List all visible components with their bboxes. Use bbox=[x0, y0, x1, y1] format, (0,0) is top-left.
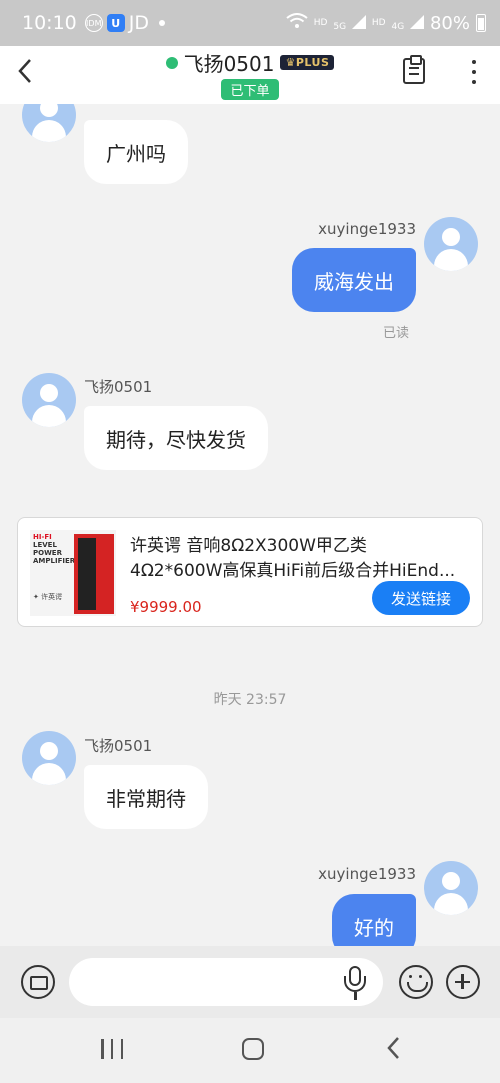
online-status-icon bbox=[165, 56, 178, 69]
contact-avatar[interactable] bbox=[22, 104, 76, 142]
clipboard-line bbox=[409, 73, 419, 75]
image-text-level: LEVEL bbox=[33, 541, 57, 549]
image-text-power: POWER bbox=[33, 549, 62, 557]
product-title-line1: 许英谔 音响8Ω2X300W甲乙类 bbox=[130, 536, 367, 556]
signal-4g-label: 4G bbox=[391, 21, 405, 32]
dot bbox=[472, 60, 476, 64]
contact-avatar[interactable] bbox=[22, 731, 76, 785]
bar bbox=[120, 1039, 123, 1059]
signal-5g-icon: 5G bbox=[333, 13, 366, 34]
product-image-text: HI-FI LEVEL POWER AMPLIFIER bbox=[33, 533, 75, 565]
input-bar bbox=[0, 946, 500, 1018]
title-row: 飞扬0501 ♛PLUS bbox=[165, 48, 335, 77]
dot bbox=[472, 70, 476, 74]
product-image[interactable]: HI-FI LEVEL POWER AMPLIFIER ✦ 许英谔 bbox=[30, 530, 116, 616]
signal-4g-icon: 4G bbox=[392, 13, 424, 34]
message-bubble-incoming[interactable]: 广州吗 bbox=[84, 120, 188, 184]
plus-member-badge: ♛PLUS bbox=[280, 55, 335, 70]
image-brand-text: 许英谔 bbox=[41, 593, 63, 601]
my-avatar[interactable] bbox=[424, 861, 478, 915]
read-receipt: 已读 bbox=[382, 326, 409, 341]
message-bubble-outgoing[interactable]: 好的 bbox=[332, 894, 416, 946]
image-text-amplifier: AMPLIFIER bbox=[33, 557, 76, 565]
emoji-icon[interactable] bbox=[399, 965, 433, 999]
clipboard-icon[interactable] bbox=[403, 55, 425, 84]
plus-badge-label: PLUS bbox=[295, 56, 330, 69]
status-time: 10:10 bbox=[22, 12, 77, 34]
keyboard-icon[interactable] bbox=[21, 965, 55, 999]
bar bbox=[101, 1039, 104, 1059]
order-status-badge: 已下单 bbox=[221, 79, 279, 100]
sender-name: xuyinge1933 bbox=[318, 865, 416, 883]
status-right-icons: HD 5G HD 4G 80% bbox=[286, 13, 486, 34]
nav-back-icon[interactable] bbox=[385, 1035, 403, 1066]
message-bubble-incoming[interactable]: 期待，尽快发货 bbox=[84, 406, 268, 470]
status-app-icons: IDM U JD bbox=[84, 12, 165, 34]
status-bar: 10:10 IDM U JD HD 5G HD 4G 80% bbox=[0, 0, 500, 46]
header-center: 飞扬0501 ♛PLUS 已下单 bbox=[0, 48, 500, 100]
microphone-icon[interactable] bbox=[344, 966, 366, 1000]
more-options-icon[interactable] bbox=[468, 58, 480, 86]
chat-area[interactable]: 广州吗 xuyinge1933 威海发出 已读 飞扬0501 期待，尽快发货 H… bbox=[0, 104, 500, 946]
idm-icon: IDM bbox=[84, 14, 103, 32]
message-bubble-incoming[interactable]: 非常期待 bbox=[84, 765, 208, 829]
battery-percent: 80% bbox=[429, 12, 470, 34]
u-app-icon: U bbox=[106, 14, 125, 32]
image-brand: ✦ 许英谔 bbox=[33, 593, 63, 601]
sender-name: 飞扬0501 bbox=[84, 378, 153, 396]
chat-header: 飞扬0501 ♛PLUS 已下单 bbox=[0, 46, 500, 104]
home-icon[interactable] bbox=[242, 1038, 264, 1060]
hd-label-2: HD bbox=[371, 18, 386, 28]
bar bbox=[110, 1039, 114, 1059]
product-title[interactable]: 许英谔 音响8Ω2X300W甲乙类 4Ω2*600W高保真HiFi前后级合并Hi… bbox=[130, 534, 470, 584]
add-attachment-icon[interactable] bbox=[446, 965, 480, 999]
my-avatar[interactable] bbox=[424, 217, 478, 271]
notification-dot-icon bbox=[159, 20, 165, 26]
amplifier-device-image bbox=[74, 534, 114, 614]
sender-name: xuyinge1933 bbox=[318, 220, 416, 238]
recent-apps-icon[interactable] bbox=[101, 1039, 123, 1059]
mic-arc bbox=[344, 976, 366, 992]
dot bbox=[472, 80, 476, 84]
system-nav-bar bbox=[0, 1018, 500, 1083]
product-price: ¥9999.00 bbox=[130, 598, 202, 616]
hd-label: HD bbox=[313, 18, 328, 28]
sender-name: 飞扬0501 bbox=[84, 737, 153, 755]
contact-avatar[interactable] bbox=[22, 373, 76, 427]
send-link-button[interactable]: 发送链接 bbox=[372, 581, 470, 615]
signal-5g-label: 5G bbox=[333, 21, 347, 32]
timestamp: 昨天 23:57 bbox=[213, 692, 287, 708]
mic-stem bbox=[354, 992, 357, 1000]
clipboard-line bbox=[409, 67, 419, 69]
product-card[interactable]: HI-FI LEVEL POWER AMPLIFIER ✦ 许英谔 许英谔 音响… bbox=[17, 517, 483, 627]
contact-name: 飞扬0501 bbox=[183, 52, 275, 76]
message-bubble-outgoing[interactable]: 威海发出 bbox=[292, 248, 416, 312]
image-text-hifi: HI-FI bbox=[33, 533, 52, 541]
jd-icon: JD bbox=[128, 12, 149, 34]
message-input[interactable] bbox=[69, 958, 383, 1006]
wifi-icon bbox=[286, 12, 308, 34]
battery-icon bbox=[476, 14, 486, 32]
